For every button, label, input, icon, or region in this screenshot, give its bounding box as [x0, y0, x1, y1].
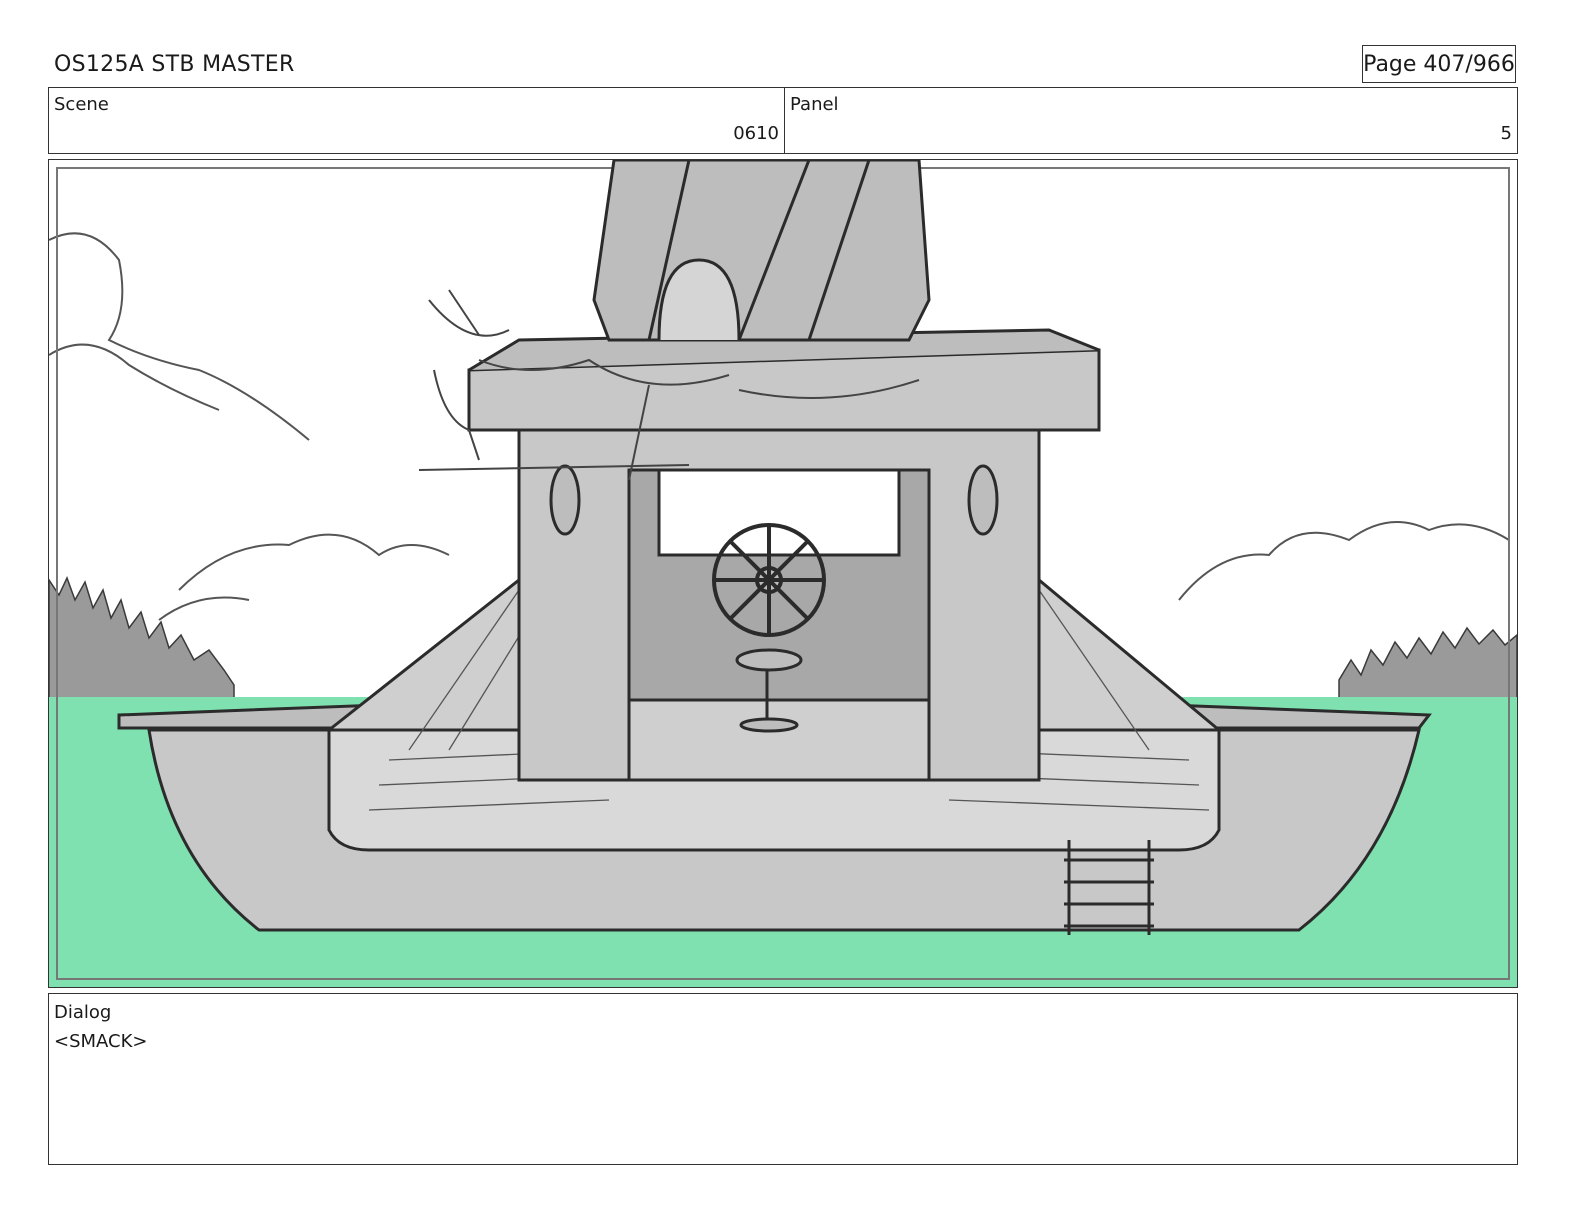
- storyboard-frame: [48, 159, 1518, 988]
- scene-number: 0610: [733, 123, 779, 144]
- panel-cell: Panel 5: [785, 88, 1517, 153]
- page-number: Page 407/966: [1362, 45, 1516, 83]
- dialog-label: Dialog: [54, 1002, 112, 1023]
- panel-label: Panel: [790, 94, 839, 115]
- scene-label: Scene: [54, 94, 109, 115]
- panel-number: 5: [1500, 123, 1512, 144]
- dialog-text: <SMACK>: [54, 1031, 148, 1052]
- scene-cell: Scene 0610: [49, 88, 785, 153]
- storyboard-drawing: [49, 160, 1517, 987]
- scene-panel-row: Scene 0610 Panel 5: [48, 87, 1518, 154]
- mast-tower: [592, 160, 931, 342]
- dialog-box: Dialog <SMACK>: [48, 993, 1518, 1165]
- document-title: OS125A STB MASTER: [54, 52, 295, 77]
- steering-wheel: [712, 523, 826, 637]
